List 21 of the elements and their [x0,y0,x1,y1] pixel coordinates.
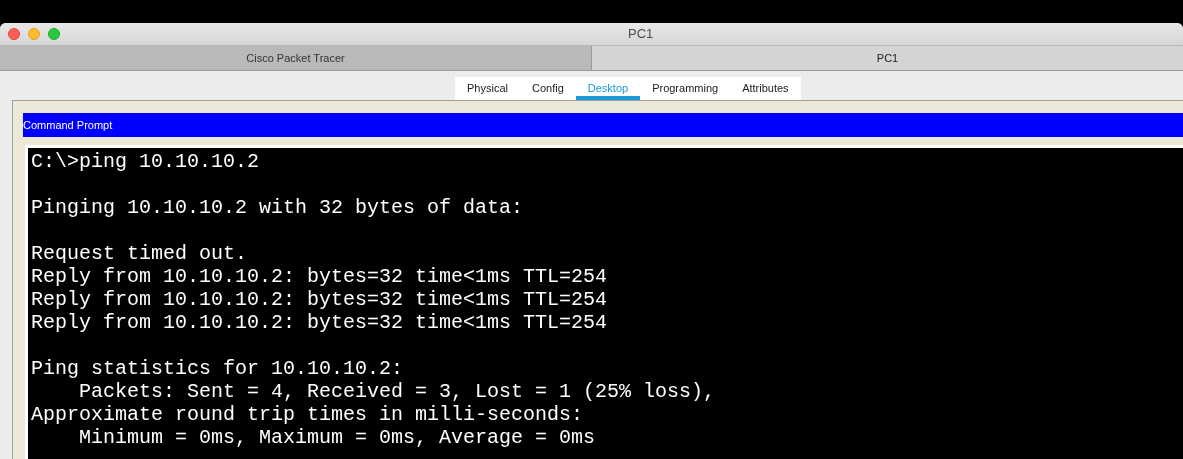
window-tab[interactable]: PC1 [592,46,1183,70]
terminal-line: Minimum = 0ms, Maximum = 0ms, Average = 0ms [78,426,596,449]
terminal-line: C:\>ping 10.10.10.2 [31,150,260,173]
terminal-line: Reply from 10.10.10.2: bytes=32 time<1ms TTL=254 [31,288,608,311]
window-tab[interactable]: Cisco Packet Tracer [0,46,592,70]
tab[interactable]: Config [519,77,576,100]
tab[interactable]: Physical [455,77,520,100]
terminal-line: Pinging 10.10.10.2 with 32 bytes of data: [31,196,524,219]
maximize-icon[interactable] [48,28,60,40]
terminal-line: Reply from 10.10.10.2: bytes=32 time<1ms TTL=254 [31,311,608,334]
close-icon[interactable] [8,28,20,40]
tab[interactable]: Attributes [730,77,801,100]
panel-title: Command Prompt [23,113,1183,137]
terminal-line: Packets: Sent = 4, Received = 3, Lost = 1 (25% loss), [78,380,716,403]
window-title: PC1 [628,25,654,44]
terminal-line: Approximate round trip times in milli-seconds: [31,403,584,426]
minimize-icon[interactable] [28,28,40,40]
terminal-line: Request timed out. [31,242,248,265]
tab[interactable]: Programming [640,77,731,100]
terminal-line: Ping statistics for 10.10.10.2: [31,357,404,380]
terminal-line: Reply from 10.10.10.2: bytes=32 time<1ms TTL=254 [31,265,608,288]
